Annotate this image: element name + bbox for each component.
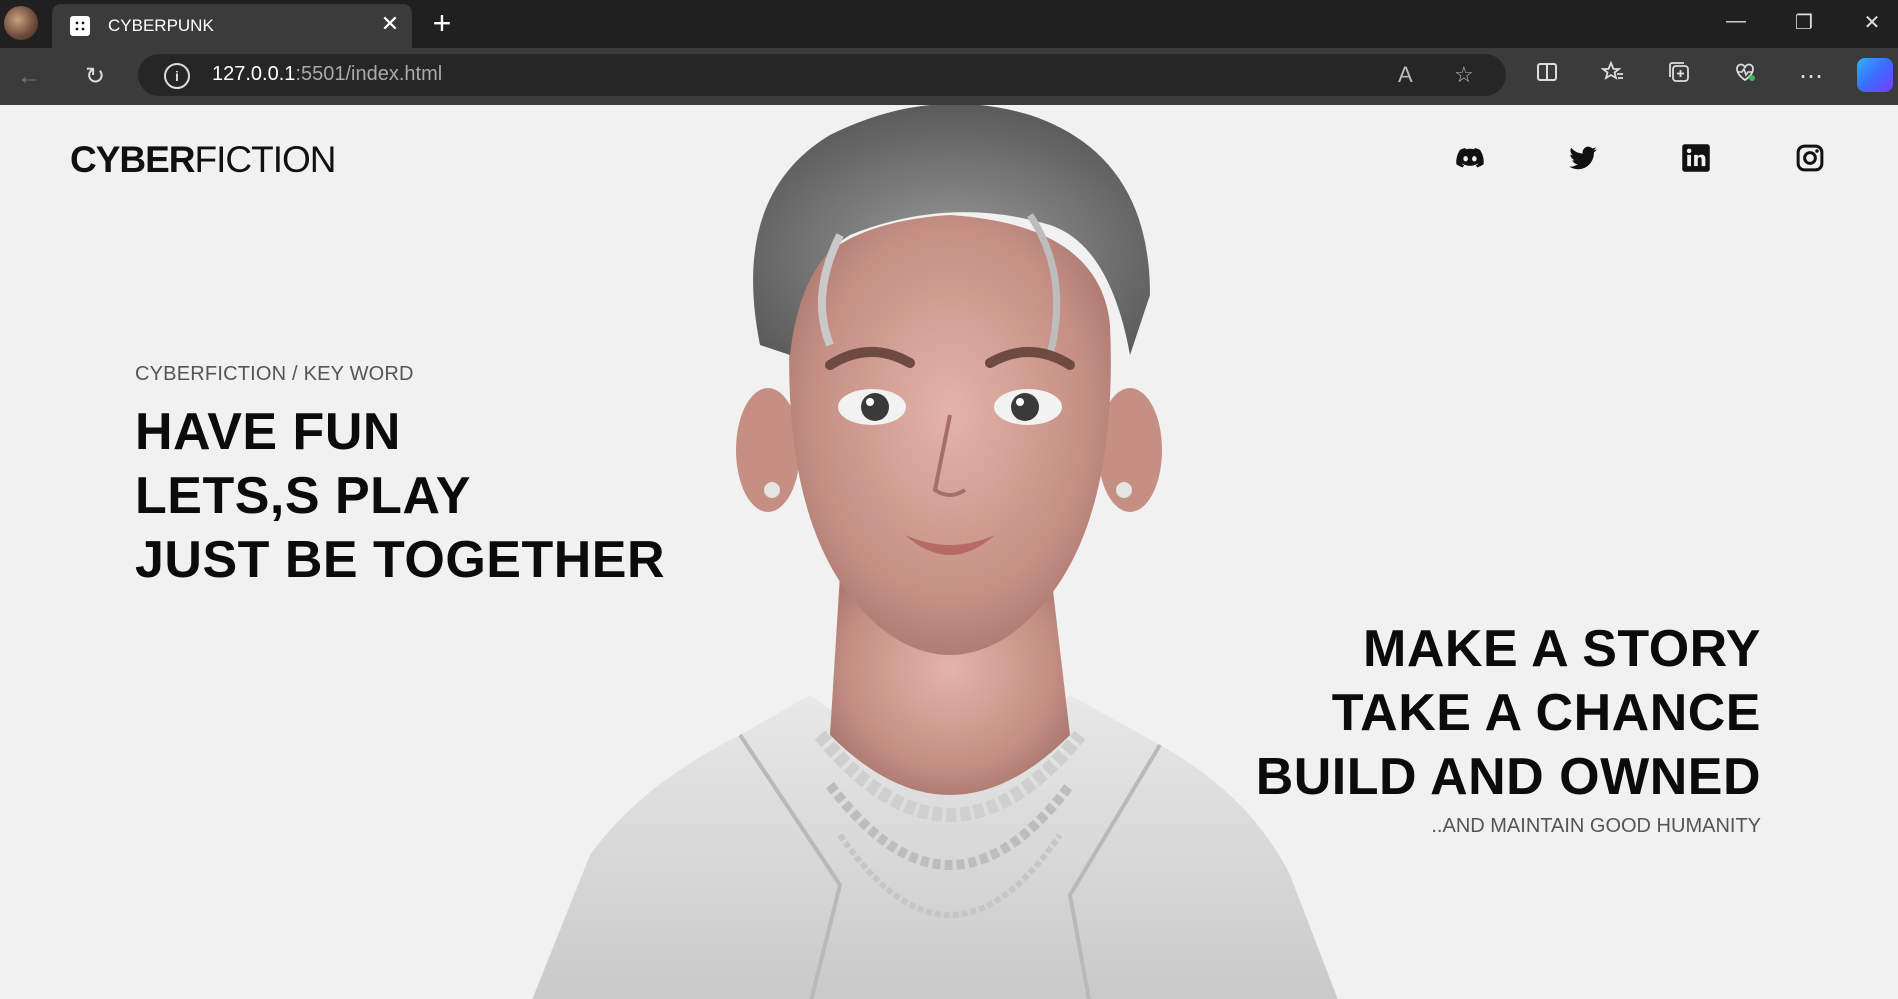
favorite-star-icon[interactable]: ☆ [1454,62,1474,88]
minimize-button[interactable]: — [1716,10,1756,33]
headline-line: BUILD AND OWNED [1255,748,1761,806]
headline-line: MAKE A STORY [1363,620,1761,678]
reload-button[interactable]: ↻ [78,60,112,94]
discord-icon[interactable] [1455,143,1485,173]
hero-left-headline: HAVE FUN LETS,S PLAY JUST BE TOGETHER [135,400,665,592]
site-info-icon[interactable]: i [164,63,190,89]
collections-icon[interactable] [1662,60,1696,94]
maximize-button[interactable]: ❐ [1784,10,1824,35]
new-tab-button[interactable]: + [424,6,460,40]
twitter-icon[interactable] [1568,143,1598,173]
browser-essentials-icon[interactable] [1728,60,1762,94]
back-button[interactable]: ← [12,60,46,94]
address-bar[interactable]: i 127.0.0.1:5501/index.html A ☆ [138,54,1506,96]
logo-light-text: FICTION [194,139,337,180]
linkedin-icon[interactable] [1681,143,1711,173]
headline-line: JUST BE TOGETHER [135,531,666,589]
headline-line: HAVE FUN [135,403,401,461]
read-aloud-icon[interactable]: A [1398,62,1413,88]
headline-line: LETS,S PLAY [135,467,471,525]
tab-close-button[interactable]: ✕ [378,12,402,36]
browser-toolbar: ← ↻ i 127.0.0.1:5501/index.html A ☆ ⋯ [0,48,1898,105]
browser-tab[interactable]: CYBERPUNK ✕ [52,4,412,48]
hero-kicker: CYBERFICTION / KEY WORD [135,363,414,385]
headline-line: TAKE A CHANCE [1331,684,1761,742]
web-page: CYBERFICTION CYBERFICTION / KEY WORD HAV… [0,105,1898,999]
split-screen-icon[interactable] [1530,60,1564,94]
tab-strip: CYBERPUNK ✕ + — ❐ ✕ [0,0,1898,48]
favorites-icon[interactable] [1596,60,1630,94]
profile-avatar[interactable] [4,6,38,40]
instagram-icon[interactable] [1795,143,1825,173]
more-options-icon[interactable]: ⋯ [1794,60,1828,94]
hero-right-block: MAKE A STORY TAKE A CHANCE BUILD AND OWN… [1256,617,1761,838]
close-window-button[interactable]: ✕ [1852,10,1892,35]
favicon-icon [70,16,90,36]
hero-tagline: ..AND MAINTAIN GOOD HUMANITY [1431,815,1761,837]
url-path: :5501/index.html [295,63,443,85]
copilot-icon[interactable] [1857,58,1893,92]
url-text[interactable]: 127.0.0.1:5501/index.html [212,63,442,86]
url-host: 127.0.0.1 [212,63,296,85]
hero-left-block: CYBERFICTION / KEY WORD HAVE FUN LETS,S … [135,363,665,592]
site-logo[interactable]: CYBERFICTION [70,139,337,181]
hero-right-headline: MAKE A STORY TAKE A CHANCE BUILD AND OWN… [1256,617,1761,809]
logo-bold-text: CYBER [70,139,196,180]
tab-title: CYBERPUNK [108,16,214,35]
